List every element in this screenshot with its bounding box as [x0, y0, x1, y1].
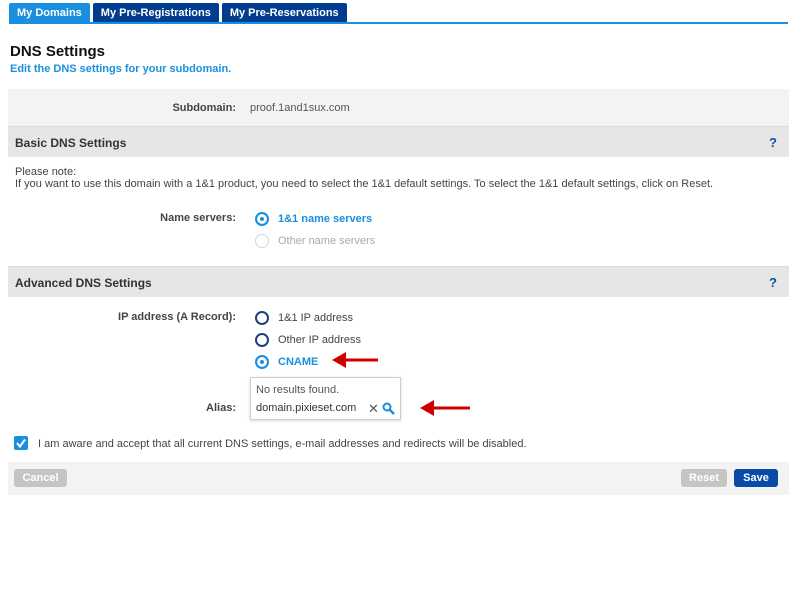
- footer-bar: [8, 462, 789, 495]
- page-subtitle: Edit the DNS settings for your subdomain…: [10, 63, 232, 75]
- radio-label: 1&1 name servers: [278, 213, 373, 225]
- basic-note-heading: Please note:: [15, 166, 77, 178]
- tab-my-pre-registrations[interactable]: My Pre-Registrations: [92, 3, 219, 23]
- radio-checked-icon[interactable]: [255, 355, 269, 369]
- basic-help-icon[interactable]: ?: [769, 135, 777, 150]
- radio-label: CNAME: [278, 356, 319, 368]
- checkmark-icon: [16, 438, 26, 449]
- radio-checked-icon[interactable]: [255, 212, 269, 226]
- alias-label: Alias:: [206, 402, 236, 414]
- name-servers-label: Name servers:: [160, 212, 236, 224]
- basic-dns-title: Basic DNS Settings: [15, 136, 127, 150]
- radio-other-name-servers[interactable]: Other name servers: [255, 233, 375, 249]
- save-button[interactable]: Save: [734, 469, 778, 487]
- tab-bar: My Domains My Pre-Registrations My Pre-R…: [9, 3, 347, 23]
- radio-unchecked-icon[interactable]: [255, 333, 269, 347]
- basic-dns-header: Basic DNS Settings ?: [8, 126, 789, 157]
- basic-note-text: If you want to use this domain with a 1&…: [15, 178, 714, 190]
- advanced-help-icon[interactable]: ?: [769, 275, 777, 290]
- radio-disabled-icon[interactable]: [255, 234, 269, 248]
- subdomain-value: proof.1and1sux.com: [250, 102, 350, 114]
- alias-no-results: No results found.: [256, 384, 340, 396]
- clear-icon[interactable]: ✕: [368, 401, 379, 417]
- radio-other-ip[interactable]: Other IP address: [255, 332, 361, 348]
- subdomain-label: Subdomain:: [172, 102, 236, 114]
- subdomain-row: Subdomain: proof.1and1sux.com: [8, 89, 789, 126]
- radio-unchecked-icon[interactable]: [255, 311, 269, 325]
- radio-1and1-ip[interactable]: 1&1 IP address: [255, 310, 353, 326]
- red-arrow-icon: [420, 400, 470, 416]
- radio-1and1-name-servers[interactable]: 1&1 name servers: [255, 211, 372, 227]
- radio-cname[interactable]: CNAME: [255, 354, 318, 370]
- tab-my-domains[interactable]: My Domains: [9, 3, 90, 23]
- ip-address-label: IP address (A Record):: [118, 311, 236, 323]
- agreement-text: I am aware and accept that all current D…: [38, 438, 527, 450]
- agreement-checkbox[interactable]: [14, 436, 28, 450]
- advanced-dns-header: Advanced DNS Settings ?: [8, 266, 789, 297]
- radio-label: Other IP address: [278, 334, 361, 346]
- tab-underline: [9, 22, 788, 24]
- basic-dns-body: Please note: If you want to use this dom…: [8, 157, 789, 266]
- alias-autocomplete: No results found. ✕: [250, 377, 401, 420]
- cancel-button[interactable]: Cancel: [14, 469, 67, 487]
- alias-input[interactable]: [256, 402, 366, 414]
- radio-label: 1&1 IP address: [278, 312, 354, 324]
- page-title: DNS Settings: [10, 43, 106, 60]
- radio-label: Other name servers: [278, 235, 376, 247]
- tab-my-pre-reservations[interactable]: My Pre-Reservations: [221, 3, 347, 23]
- reset-button[interactable]: Reset: [681, 469, 727, 487]
- search-icon[interactable]: [382, 402, 395, 415]
- red-arrow-icon: [332, 352, 378, 368]
- advanced-dns-title: Advanced DNS Settings: [15, 276, 152, 290]
